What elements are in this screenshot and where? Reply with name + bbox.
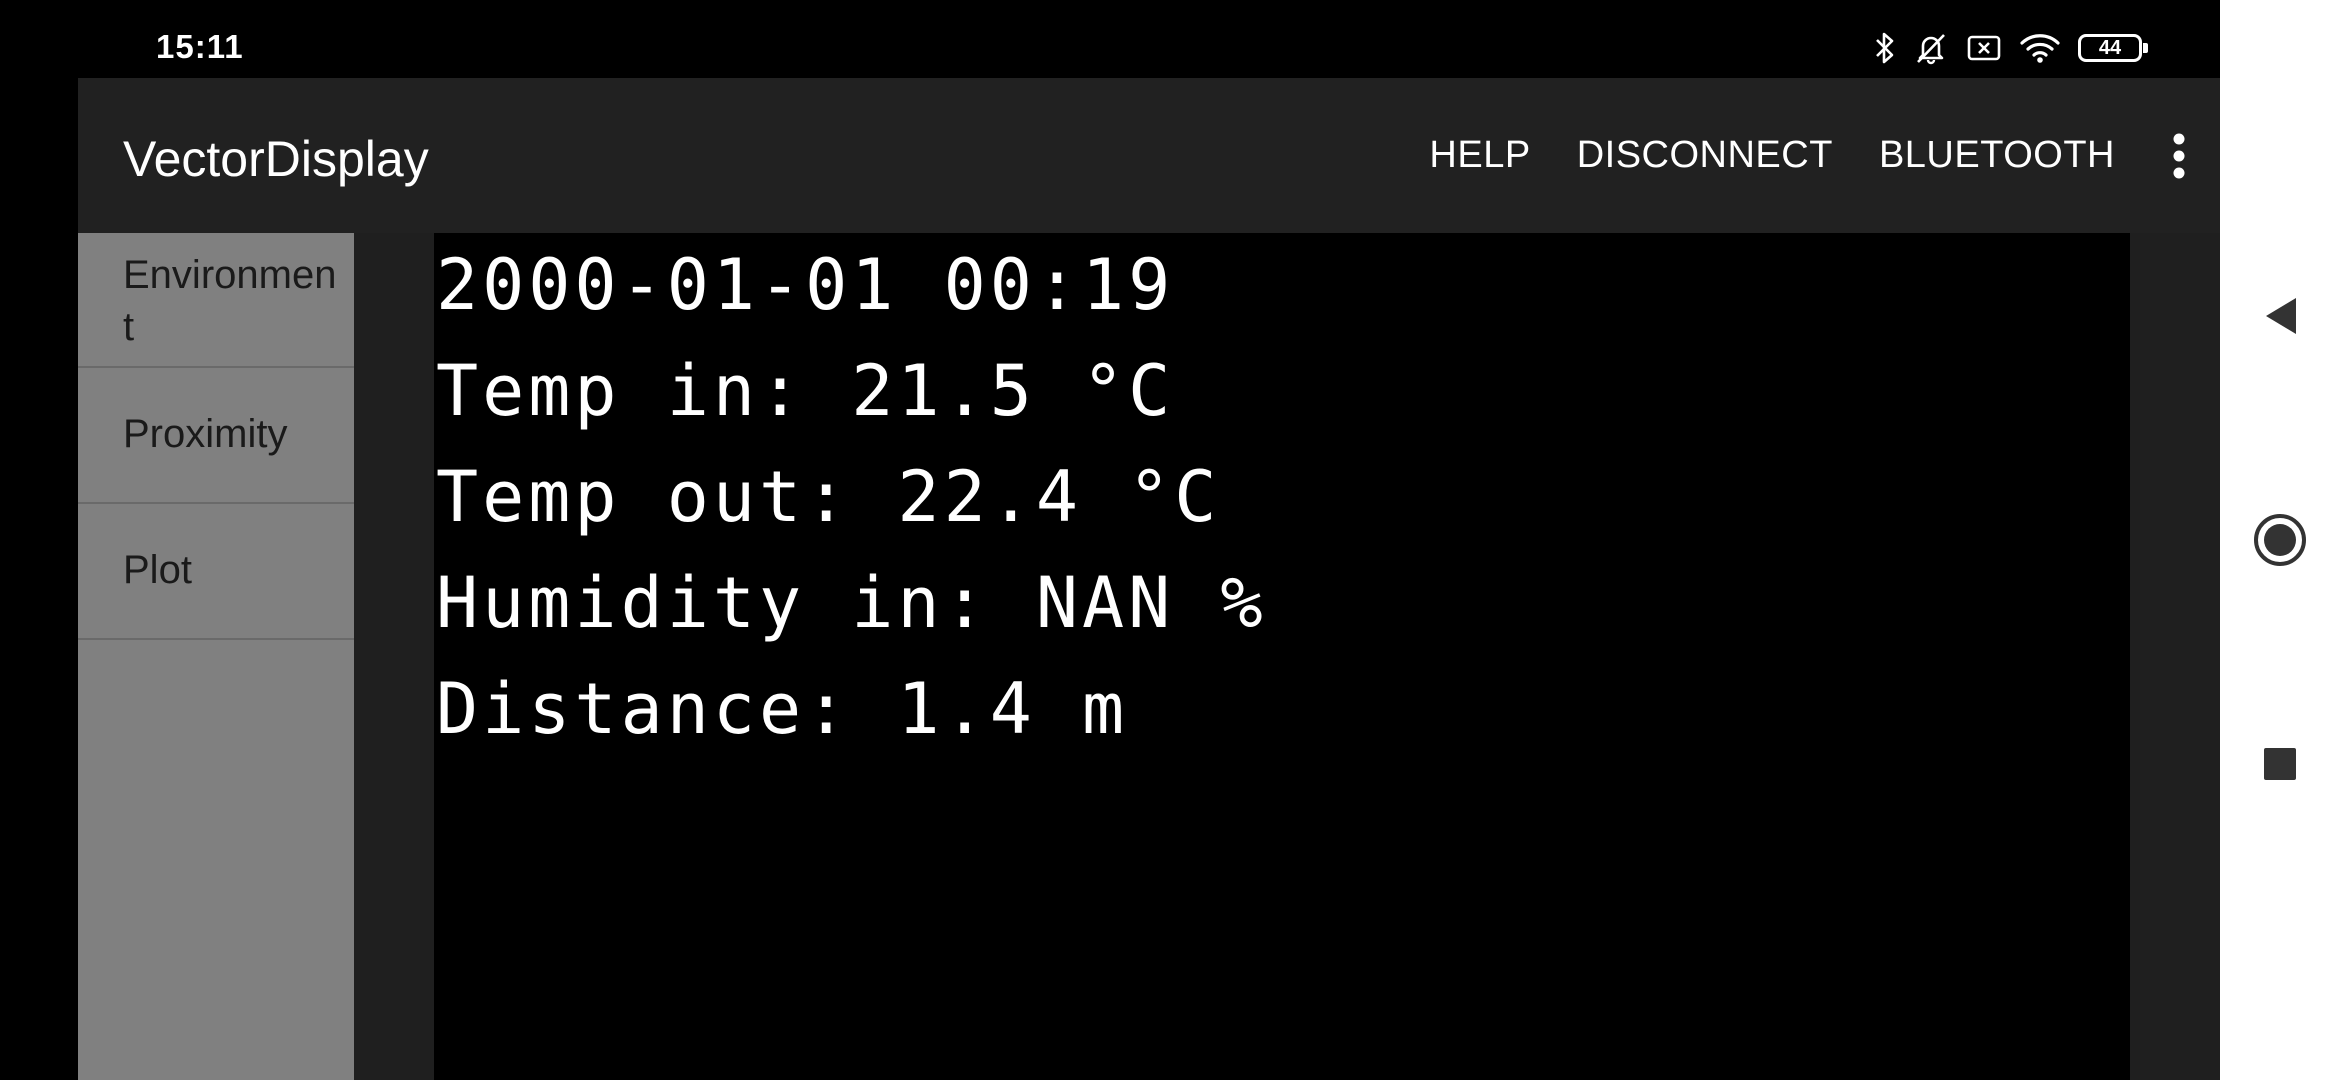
app-title: VectorDisplay xyxy=(123,131,429,187)
app-actions: HELP DISCONNECT BLUETOOTH xyxy=(1406,78,2220,233)
home-icon[interactable] xyxy=(2220,490,2340,590)
navigation-bar xyxy=(2220,0,2340,1080)
status-icons: 44 xyxy=(1874,28,2148,68)
status-bar: 15:11 44 xyxy=(0,0,2220,78)
wifi-icon xyxy=(2020,32,2060,64)
battery-level: 44 xyxy=(2098,37,2122,59)
sidebar-item-plot[interactable]: Plot xyxy=(78,504,354,640)
sidebar-item-label: Environment xyxy=(123,253,337,349)
battery-icon: 44 xyxy=(2078,34,2148,62)
content-area: Environment Proximity Plot 2000-01-01 00… xyxy=(78,233,2220,1080)
more-vert-icon[interactable] xyxy=(2144,116,2214,196)
disconnect-button[interactable]: DISCONNECT xyxy=(1554,134,1856,177)
display-line-temp-in: Temp in: 21.5 °C xyxy=(436,350,1175,432)
no-sim-icon xyxy=(1966,33,2002,63)
display-line-distance: Distance: 1.4 m xyxy=(436,668,1129,750)
battery-tip xyxy=(2143,43,2148,53)
sidebar: Environment Proximity Plot xyxy=(78,233,354,1080)
sidebar-item-label: Proximity xyxy=(123,412,288,456)
vector-display-canvas[interactable]: 2000-01-01 00:19 Temp in: 21.5 °C Temp o… xyxy=(434,233,2130,1080)
screen: 15:11 44 VectorDisplay HELP DISCONNECT B… xyxy=(0,0,2340,1080)
status-time: 15:11 xyxy=(156,28,244,65)
recents-icon[interactable] xyxy=(2220,714,2340,814)
sidebar-item-environment[interactable]: Environment xyxy=(78,233,354,368)
bell-off-icon xyxy=(1914,31,1948,65)
display-line-humidity-in: Humidity in: NAN % xyxy=(436,562,1267,644)
app-bar: VectorDisplay HELP DISCONNECT BLUETOOTH xyxy=(78,78,2220,233)
sidebar-item-label: Plot xyxy=(123,548,192,592)
help-button[interactable]: HELP xyxy=(1406,134,1553,177)
sidebar-item-proximity[interactable]: Proximity xyxy=(78,368,354,504)
bluetooth-button[interactable]: BLUETOOTH xyxy=(1856,134,2138,177)
display-line-temp-out: Temp out: 22.4 °C xyxy=(436,456,1221,538)
back-icon[interactable] xyxy=(2220,266,2340,366)
display-line-datetime: 2000-01-01 00:19 xyxy=(436,244,1175,326)
bluetooth-icon xyxy=(1874,31,1896,65)
